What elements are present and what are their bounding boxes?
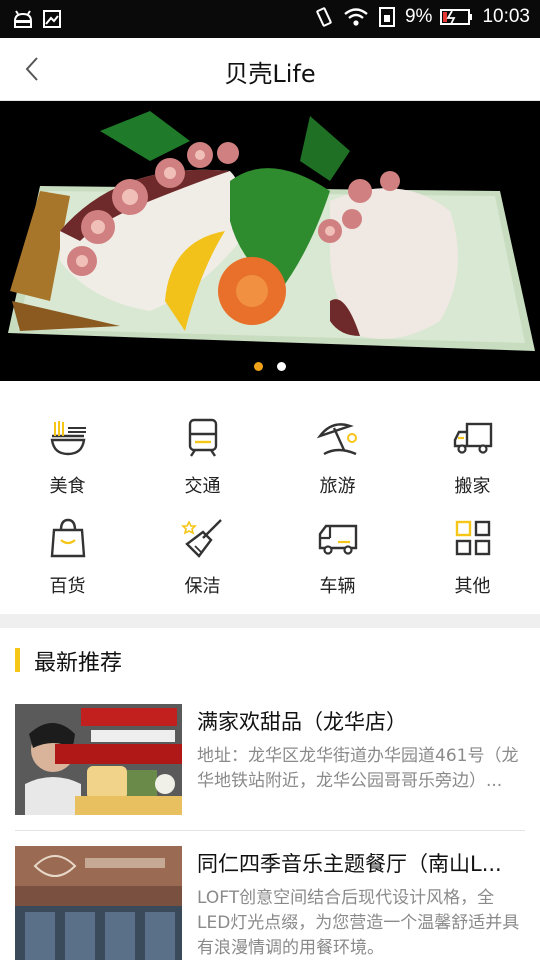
- carousel-dot[interactable]: [254, 362, 263, 371]
- battery-icon: [440, 9, 473, 25]
- category-cleaning[interactable]: 保洁: [135, 500, 270, 600]
- beach-umbrella-icon: [316, 423, 357, 456]
- category-grid: 美食 交通 旅游 搬家 百货 保洁 车辆 其他: [0, 400, 540, 614]
- category-label: 美食: [49, 476, 86, 497]
- carousel-dot[interactable]: [277, 362, 286, 371]
- vibrate-icon: [316, 7, 332, 27]
- carousel-dots: [0, 362, 540, 371]
- category-label: 保洁: [184, 576, 221, 597]
- restaurant-facade-image: [15, 846, 182, 960]
- broom-icon: [180, 519, 222, 558]
- section-title: 最新推荐: [34, 651, 123, 676]
- shopping-bag-icon: [50, 518, 85, 558]
- category-label: 交通: [184, 476, 221, 497]
- category-label: 百货: [49, 576, 86, 597]
- category-label: 其他: [454, 576, 491, 597]
- category-label: 搬家: [454, 476, 491, 497]
- category-label: 车辆: [319, 576, 356, 597]
- image-icon: [43, 10, 61, 28]
- clock: 10:03: [482, 6, 530, 27]
- category-transport[interactable]: 交通: [135, 400, 270, 500]
- wifi-icon: [344, 8, 368, 26]
- truck-icon: [453, 422, 492, 454]
- van-icon: [318, 524, 357, 555]
- category-food[interactable]: 美食: [0, 400, 135, 500]
- status-bar: 9% 10:03: [0, 0, 540, 38]
- list-divider: [15, 830, 525, 831]
- battery-percent: 9%: [404, 6, 433, 27]
- category-travel[interactable]: 旅游: [270, 400, 405, 500]
- category-label: 旅游: [319, 476, 356, 497]
- page-title: 贝壳Life: [224, 60, 316, 88]
- section-accent-bar: [15, 648, 20, 672]
- android-icon: [13, 10, 33, 28]
- banner-carousel[interactable]: [0, 101, 540, 381]
- dessert-promo-image: [15, 704, 182, 815]
- section-divider: [0, 614, 540, 628]
- item-thumbnail: [15, 704, 182, 815]
- item-description: LOFT创意空间结合后现代设计风格，全LED灯光点缀，为您营造一个温馨舒适并具有…: [197, 888, 520, 958]
- section-header: 最新推荐: [0, 628, 540, 692]
- bowl-icon: [50, 421, 86, 456]
- item-thumbnail: [15, 846, 182, 960]
- list-item[interactable]: 满家欢甜品（龙华店） 地址：龙华区龙华街道办华园道461号（龙华地铁站附近，龙华…: [15, 704, 525, 816]
- category-moving[interactable]: 搬家: [405, 400, 540, 500]
- category-goods[interactable]: 百货: [0, 500, 135, 600]
- grid-icon: [455, 520, 490, 556]
- train-icon: [188, 418, 217, 457]
- nav-bar: 贝壳Life: [0, 38, 540, 101]
- banner-image: [0, 101, 540, 381]
- list-item[interactable]: 同仁四季音乐主题餐厅（南山L... LOFT创意空间结合后现代设计风格，全LED…: [15, 846, 525, 960]
- item-title: 同仁四季音乐主题餐厅（南山L...: [197, 852, 502, 876]
- category-vehicle[interactable]: 车辆: [270, 500, 405, 600]
- item-title: 满家欢甜品（龙华店）: [197, 710, 407, 734]
- item-description: 地址：龙华区龙华街道办华园道461号（龙华地铁站附近，龙华公园哥哥乐旁边）...: [197, 746, 519, 791]
- category-other[interactable]: 其他: [405, 500, 540, 600]
- sim-icon: [378, 7, 395, 27]
